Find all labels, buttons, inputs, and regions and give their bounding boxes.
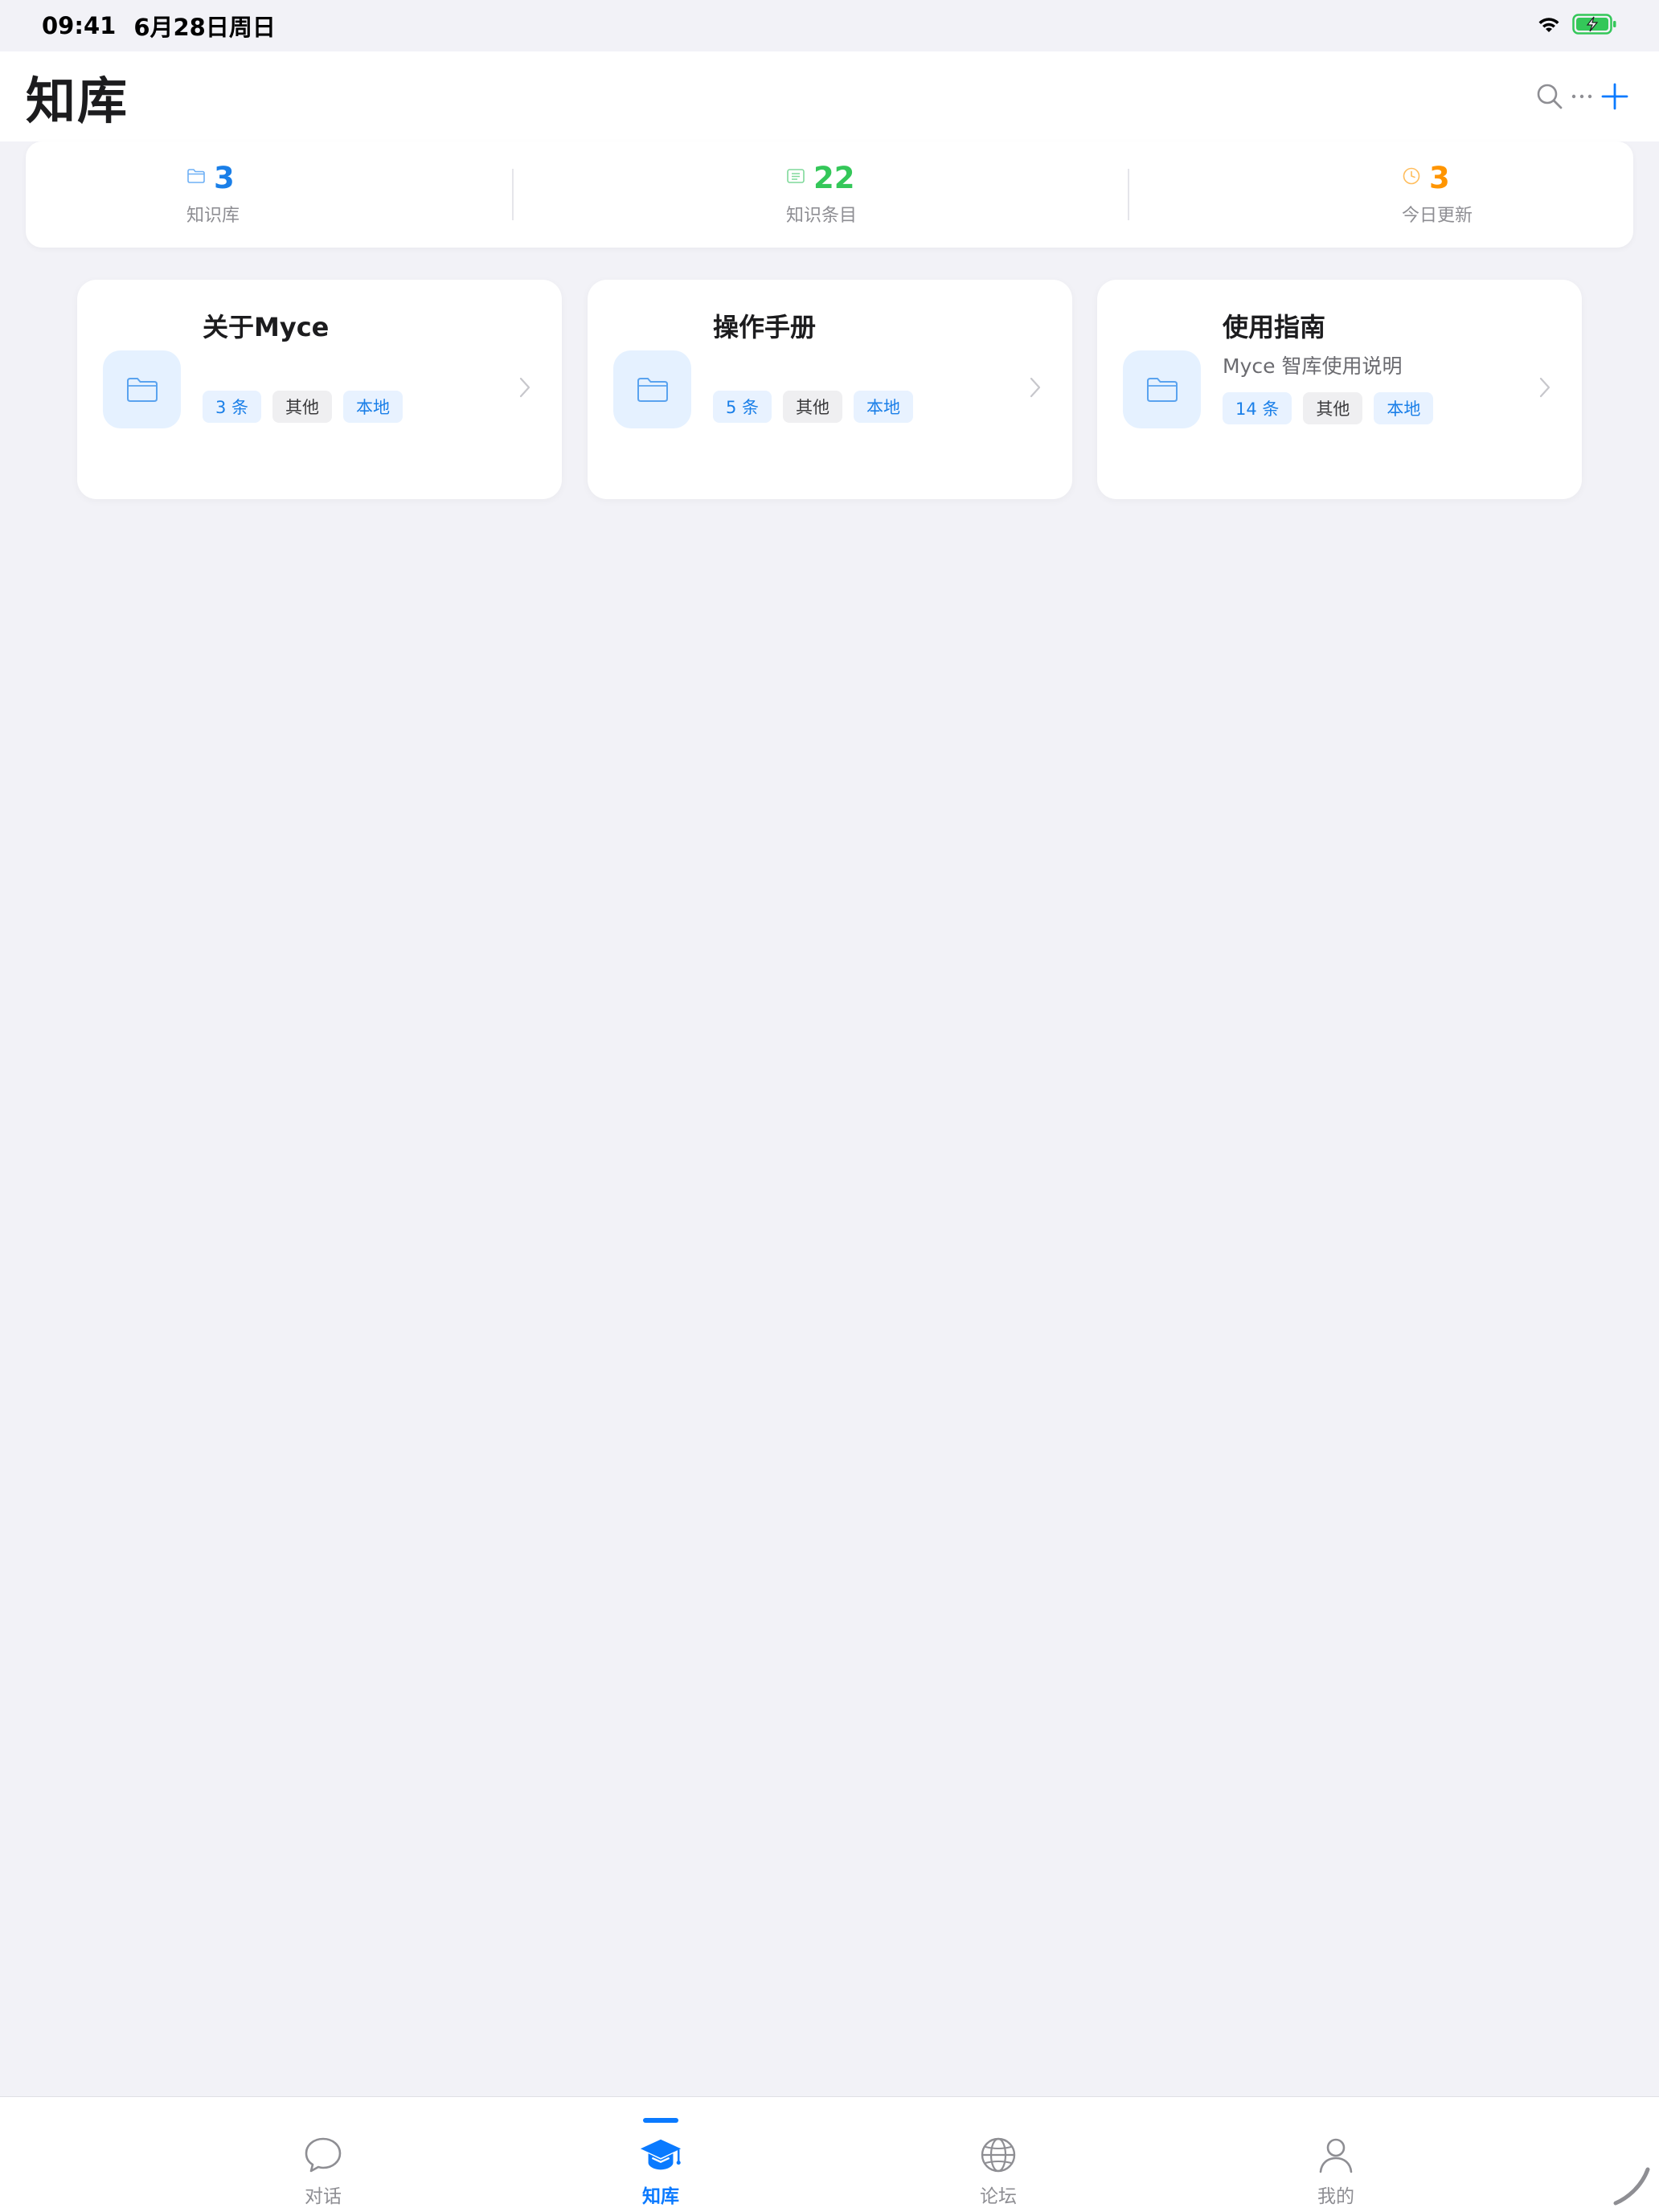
folder-icon [186,168,206,187]
person-icon [1313,2132,1358,2177]
active-tab-indicator [643,2118,678,2123]
card-tags: 3 条 其他 本地 [203,391,403,423]
header: 知库 [0,51,1659,141]
stat-knowledge-bases: 3 知识库 [186,141,240,248]
more-icon[interactable] [1571,92,1593,101]
knowledge-base-card[interactable]: 关于Myce 3 条 其他 本地 [77,280,562,499]
stats-panel: 3 知识库 22 知识条目 3 今日更新 [26,141,1633,248]
chevron-right-icon [1029,376,1042,402]
card-tags: 14 条 其他 本地 [1223,392,1434,424]
tab-label: 我的 [1317,2186,1354,2207]
search-icon[interactable] [1535,82,1564,111]
category-badge: 其他 [272,391,333,423]
status-date: 6月28日周日 [133,14,276,41]
add-icon[interactable] [1600,81,1630,112]
list-icon [786,168,805,187]
location-badge: 本地 [343,391,403,423]
chevron-right-icon [518,376,531,402]
stat-value: 22 [813,160,855,195]
wifi-icon [1535,14,1563,38]
category-badge: 其他 [1303,392,1363,424]
tab-chat[interactable]: 对话 [259,2097,387,2212]
tab-bar: 对话 知库 论坛 我的 [0,2096,1659,2212]
folder-icon [613,350,691,428]
clock-icon [1402,166,1421,189]
tab-label: 对话 [305,2186,342,2207]
stat-value: 3 [214,160,235,195]
chat-bubble-icon [301,2132,346,2177]
count-badge: 5 条 [713,391,772,423]
stat-label: 今日更新 [1402,205,1473,226]
pencil-stroke-icon [1611,2165,1653,2210]
stat-label: 知识条目 [786,205,858,226]
stat-updated-today: 3 今日更新 [1402,141,1473,248]
count-badge: 14 条 [1223,392,1292,424]
stat-knowledge-items: 22 知识条目 [786,141,857,248]
card-title: 关于Myce [203,312,330,342]
location-badge: 本地 [854,391,914,423]
folder-icon [103,350,181,428]
card-tags: 5 条 其他 本地 [713,391,914,423]
status-left: 09:41 6月28日周日 [42,9,276,43]
battery-icon [1572,13,1617,39]
status-bar: 09:41 6月28日周日 [0,0,1659,51]
divider [512,169,514,220]
folder-icon [1123,350,1201,428]
status-right [1535,13,1617,39]
knowledge-base-card[interactable]: 使用指南 Myce 智库使用说明 14 条 其他 本地 [1097,280,1582,499]
divider [1128,169,1129,220]
tab-forum[interactable]: 论坛 [934,2097,1063,2212]
count-badge: 3 条 [203,391,262,423]
stat-label: 知识库 [186,205,240,226]
card-title: 使用指南 [1223,312,1326,342]
card-description: Myce 智库使用说明 [1223,354,1403,378]
card-title: 操作手册 [713,312,817,342]
stat-value: 3 [1429,160,1450,195]
chevron-right-icon [1538,376,1551,402]
tab-label: 知库 [642,2186,679,2207]
header-actions [1535,81,1630,112]
category-badge: 其他 [783,391,843,423]
location-badge: 本地 [1374,392,1434,424]
globe-icon [976,2132,1021,2177]
page-title: 知库 [26,72,129,130]
tab-label: 论坛 [980,2186,1017,2207]
graduation-cap-icon [638,2132,683,2177]
tab-me[interactable]: 我的 [1272,2097,1400,2212]
tab-knowledge[interactable]: 知库 [596,2097,725,2212]
status-time: 09:41 [42,12,117,39]
knowledge-base-card[interactable]: 操作手册 5 条 其他 本地 [588,280,1072,499]
